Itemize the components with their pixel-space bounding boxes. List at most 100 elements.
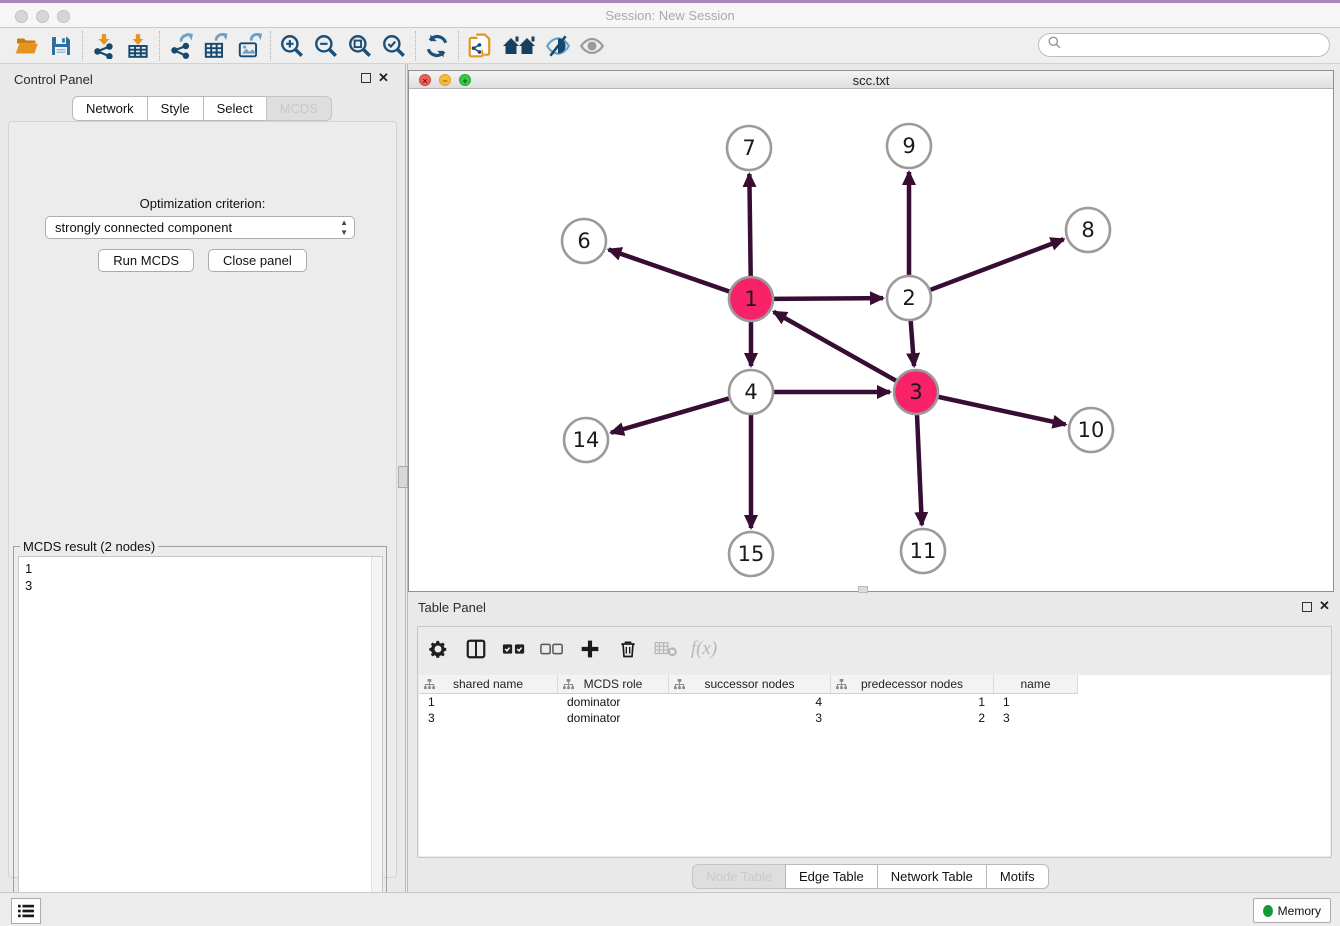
table-cell[interactable]: dominator [558, 710, 669, 726]
clone-network-icon[interactable] [463, 31, 497, 61]
control-panel-close-icon[interactable]: ✕ [378, 70, 389, 86]
graph-edge-2-3[interactable] [911, 321, 914, 366]
column-layout-icon[interactable] [460, 633, 492, 665]
graph-edge-3-1[interactable] [774, 312, 896, 381]
zoom-selected-icon[interactable] [377, 31, 411, 61]
table-cell[interactable]: 2 [831, 710, 994, 726]
column-header-name[interactable]: name [994, 675, 1078, 694]
network-view-window: × − + scc.txt 7968124314101511 [408, 70, 1334, 592]
table-panel-float-icon[interactable] [1302, 602, 1312, 612]
window-titlebar[interactable]: Session: New Session [0, 3, 1340, 28]
mcds-result-title: MCDS result (2 nodes) [20, 539, 158, 554]
graph-edge-3-11[interactable] [917, 415, 922, 525]
graph-edge-1-7[interactable] [749, 174, 750, 276]
zoom-out-icon[interactable] [309, 31, 343, 61]
graph-node-label-4: 4 [744, 380, 757, 404]
tab-edge-table[interactable]: Edge Table [785, 864, 878, 889]
tab-network-table[interactable]: Network Table [877, 864, 987, 889]
table-cell[interactable]: 3 [994, 710, 1078, 726]
tab-mcds[interactable]: MCDS [266, 96, 332, 121]
mcds-result-textarea[interactable]: 1 3 [18, 556, 383, 918]
mcds-result-scrollbar[interactable] [371, 557, 382, 917]
table-cell[interactable]: 1 [419, 694, 558, 710]
graph-node-label-1: 1 [744, 287, 757, 311]
search-box[interactable] [1038, 33, 1330, 57]
tab-network[interactable]: Network [72, 96, 148, 121]
table-cell[interactable]: dominator [558, 694, 669, 710]
graph-edge-2-8[interactable] [931, 239, 1064, 290]
delete-table-icon-disabled [650, 633, 682, 665]
toolbar-separator [415, 31, 416, 61]
tab-node-table[interactable]: Node Table [692, 864, 786, 889]
graph-node-label-3: 3 [909, 380, 922, 404]
node-table-container: f(x) shared nameMCDS rolesuccessor nodes… [417, 626, 1332, 858]
table-cell[interactable]: 1 [994, 694, 1078, 710]
zoom-fit-icon[interactable] [343, 31, 377, 61]
select-all-columns-icon[interactable] [498, 633, 530, 665]
column-header-predecessor-nodes[interactable]: predecessor nodes [831, 675, 994, 694]
export-network-icon[interactable] [164, 31, 198, 61]
graph-node-label-6: 6 [577, 229, 590, 253]
toolbar-separator [159, 31, 160, 61]
tab-motifs[interactable]: Motifs [986, 864, 1049, 889]
network-window-title: scc.txt [409, 73, 1333, 88]
graph-edge-3-10[interactable] [938, 397, 1065, 425]
memory-button[interactable]: Memory [1253, 898, 1331, 923]
column-header-shared-name[interactable]: shared name [419, 675, 558, 694]
tab-style[interactable]: Style [147, 96, 204, 121]
table-column-headers: shared nameMCDS rolesuccessor nodesprede… [419, 675, 1078, 694]
hide-panels-icon[interactable] [541, 31, 575, 61]
delete-column-icon[interactable] [612, 633, 644, 665]
network-graph-canvas[interactable]: 7968124314101511 [409, 90, 1333, 591]
show-eye-icon[interactable] [575, 31, 609, 61]
horizontal-splitter-handle[interactable] [858, 586, 868, 593]
table-panel: Table Panel ✕ [408, 596, 1334, 892]
window-title: Session: New Session [0, 8, 1340, 23]
tab-select[interactable]: Select [203, 96, 267, 121]
optimization-criterion-select[interactable]: strongly connected component ▲▼ [45, 216, 355, 239]
chevron-up-down-icon: ▲▼ [340, 218, 348, 238]
settings-gear-icon[interactable] [422, 633, 454, 665]
run-mcds-button[interactable]: Run MCDS [98, 249, 194, 272]
graph-node-label-8: 8 [1081, 218, 1094, 242]
save-session-icon[interactable] [44, 31, 78, 61]
table-panel-close-icon[interactable]: ✕ [1319, 598, 1330, 614]
memory-button-label: Memory [1278, 904, 1321, 918]
network-window-titlebar[interactable]: × − + scc.txt [409, 71, 1333, 89]
table-panel-title: Table Panel [418, 600, 486, 615]
export-image-icon[interactable] [232, 31, 266, 61]
table-row[interactable]: 1dominator411 [419, 694, 1078, 710]
graph-node-label-10: 10 [1078, 418, 1105, 442]
zoom-in-icon[interactable] [275, 31, 309, 61]
control-panel: Control Panel ✕ NetworkStyleSelectMCDS O… [0, 64, 405, 892]
graph-node-label-2: 2 [902, 286, 915, 310]
node-table[interactable]: shared nameMCDS rolesuccessor nodesprede… [419, 675, 1330, 856]
table-row[interactable]: 3dominator323 [419, 710, 1078, 726]
table-cell[interactable]: 4 [669, 694, 831, 710]
column-header-successor-nodes[interactable]: successor nodes [669, 675, 831, 694]
control-panel-float-icon[interactable] [361, 73, 371, 83]
export-table-icon[interactable] [198, 31, 232, 61]
search-input[interactable] [1062, 36, 1329, 54]
refresh-layout-icon[interactable] [420, 31, 454, 61]
add-column-icon[interactable] [574, 633, 606, 665]
graph-edge-4-14[interactable] [611, 398, 729, 432]
table-rows: 1dominator4113dominator323 [419, 694, 1078, 726]
open-session-icon[interactable] [10, 31, 44, 61]
import-network-icon[interactable] [87, 31, 121, 61]
table-cell[interactable]: 3 [669, 710, 831, 726]
close-panel-button[interactable]: Close panel [208, 249, 307, 272]
function-builder-icon-disabled: f(x) [688, 633, 720, 665]
column-header-MCDS-role[interactable]: MCDS role [558, 675, 669, 694]
deselect-all-columns-icon[interactable] [536, 633, 568, 665]
control-panel-tabs: NetworkStyleSelectMCDS [0, 96, 405, 121]
home-icon[interactable] [497, 31, 541, 61]
import-table-icon[interactable] [121, 31, 155, 61]
table-cell[interactable]: 3 [419, 710, 558, 726]
graph-edge-1-2[interactable] [774, 298, 883, 299]
graph-edge-1-6[interactable] [609, 250, 730, 292]
vertical-splitter-handle[interactable] [398, 466, 408, 488]
selected-option: strongly connected component [55, 220, 232, 235]
table-cell[interactable]: 1 [831, 694, 994, 710]
task-history-button[interactable] [11, 898, 41, 924]
